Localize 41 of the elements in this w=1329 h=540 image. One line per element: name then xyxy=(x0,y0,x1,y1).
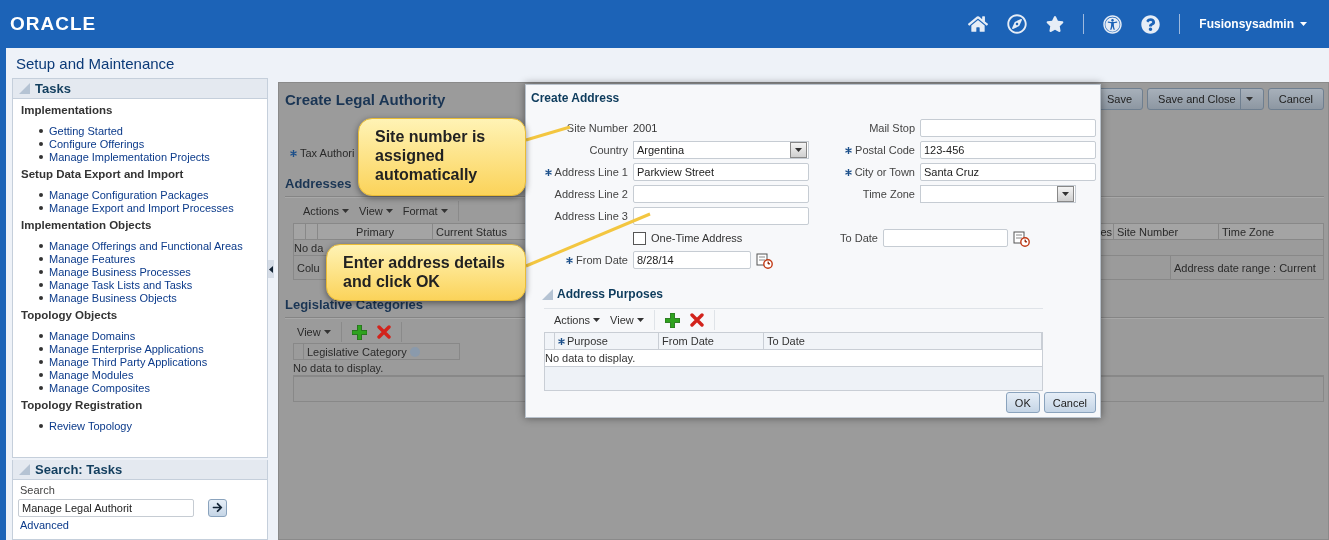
page-heading: Create Legal Authority xyxy=(285,90,446,108)
column-header: Legislative Category xyxy=(304,344,459,359)
task-group-heading: Topology Registration xyxy=(20,398,144,413)
column-header: To Date xyxy=(764,333,1042,349)
callout: Enter address details and click OK xyxy=(326,244,526,301)
field-label: Address Line 2 xyxy=(553,188,628,200)
column-header: Current Status xyxy=(435,224,508,239)
task-group-heading: Implementations xyxy=(20,103,114,118)
section-title: Address Purposes xyxy=(557,287,664,301)
field-label: To Date xyxy=(839,232,878,244)
task-group-heading: Implementation Objects xyxy=(20,218,153,233)
field-label: City or Town xyxy=(828,166,915,178)
field-value: 2001 xyxy=(633,122,658,134)
checkbox-label: One-Time Address xyxy=(651,232,743,244)
field-label: Address Line 3 xyxy=(553,210,628,222)
table-cell-text: No da xyxy=(294,240,325,255)
field-label: From Date xyxy=(531,254,628,266)
task-group-heading: Topology Objects xyxy=(20,308,119,323)
page-title: Setup and Maintenance xyxy=(15,53,176,74)
field-label: Address Line 1 xyxy=(531,166,628,178)
column-header: Purpose xyxy=(555,333,659,349)
task-group-heading: Setup Data Export and Import xyxy=(20,167,185,182)
field-label: Time Zone xyxy=(861,188,915,200)
dialog-title: Create Address xyxy=(531,90,621,107)
callout: Site number is assigned automatically xyxy=(358,118,526,196)
section-title: Addresses xyxy=(285,176,353,192)
field-label: Mail Stop xyxy=(868,122,915,134)
empty-message: No data to display. xyxy=(545,351,637,366)
logo: ORACLE xyxy=(10,13,97,35)
search-label: Search xyxy=(19,483,56,496)
column-header: Primary xyxy=(318,224,433,239)
panel-title: Tasks xyxy=(35,81,71,96)
field-label: Country xyxy=(588,144,628,156)
column-header: Site Number xyxy=(1114,224,1219,239)
field-label: Postal Code xyxy=(828,144,915,156)
column-header: From Date xyxy=(659,333,764,349)
column-header: Time Zone xyxy=(1221,224,1276,239)
table-cell-text: Colu xyxy=(296,260,321,276)
empty-message: No data to display. xyxy=(293,360,385,375)
panel-title: Search: Tasks xyxy=(35,462,123,477)
table-cell-text: Address date range : Current xyxy=(1173,260,1317,276)
